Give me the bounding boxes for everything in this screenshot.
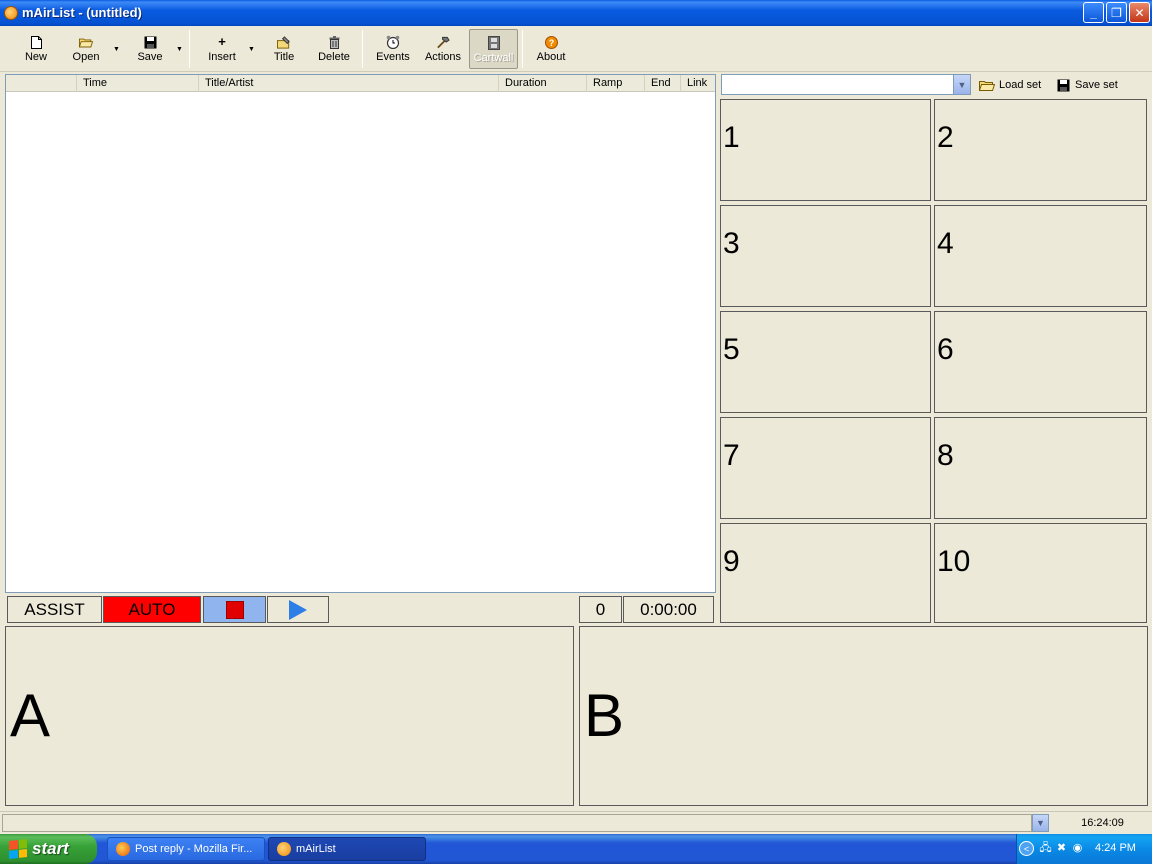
- title-bar: mAirList - (untitled) _ ❐ ✕: [0, 0, 1152, 26]
- app-icon: [4, 6, 18, 20]
- floppy-disk-icon: [1055, 78, 1071, 92]
- chevron-down-icon[interactable]: ▼: [953, 75, 970, 94]
- status-clock: 16:24:09: [1081, 817, 1124, 829]
- save-button[interactable]: Save: [133, 29, 167, 69]
- minimize-button[interactable]: _: [1083, 2, 1104, 23]
- open-button[interactable]: Open: [68, 29, 104, 69]
- playlist-column-ramp[interactable]: Ramp: [586, 75, 644, 92]
- cart-player-6[interactable]: 6: [934, 311, 1147, 413]
- actions-button[interactable]: Actions: [421, 29, 465, 69]
- taskbar-item-firefox[interactable]: Post reply - Mozilla Fir...: [107, 837, 265, 861]
- maximize-button[interactable]: ❐: [1106, 2, 1127, 23]
- player-a-label: A: [10, 682, 51, 749]
- taskbar: start Post reply - Mozilla Fir... mAirLi…: [0, 834, 1152, 864]
- stop-icon: [225, 600, 244, 619]
- window-title: mAirList - (untitled): [22, 5, 142, 20]
- player-b-label: B: [584, 682, 625, 749]
- close-button[interactable]: ✕: [1129, 2, 1150, 23]
- start-button[interactable]: start: [0, 834, 97, 864]
- assist-button[interactable]: ASSIST: [7, 596, 102, 623]
- player-a[interactable]: A: [5, 626, 574, 806]
- toolbar: New Open ▼ Save ▼ + Insert ▼ Title Delet…: [0, 26, 1152, 72]
- cart-player-1[interactable]: 1: [720, 99, 931, 201]
- network-icon[interactable]: 🖧: [1039, 842, 1052, 855]
- alarm-clock-icon: [386, 35, 400, 49]
- network-disconnected-icon[interactable]: ✖: [1055, 842, 1068, 855]
- playlist-header: Time Title/Artist Duration Ramp End Link: [6, 75, 715, 92]
- windows-logo-icon: [9, 839, 27, 859]
- insert-button[interactable]: + Insert: [204, 29, 240, 69]
- stop-button[interactable]: [203, 596, 266, 623]
- status-message-field: [2, 814, 1032, 832]
- events-button[interactable]: Events: [373, 29, 413, 69]
- chevron-left-icon[interactable]: <: [1019, 841, 1034, 856]
- playlist-counter: 0: [579, 596, 622, 623]
- player-b[interactable]: B: [579, 626, 1148, 806]
- play-button[interactable]: [267, 596, 329, 623]
- save-set-button[interactable]: Save set: [1055, 76, 1118, 94]
- plus-icon: +: [218, 34, 226, 49]
- taskbar-clock[interactable]: 4:24 PM: [1095, 842, 1136, 854]
- film-strip-icon: [487, 36, 501, 50]
- system-tray: < 🖧 ✖ ◉ 4:24 PM: [1016, 834, 1152, 864]
- open-folder-icon: [79, 35, 93, 49]
- playlist-column-title-artist[interactable]: Title/Artist: [198, 75, 498, 92]
- open-folder-icon: [979, 78, 995, 92]
- save-dropdown-arrow-icon[interactable]: ▼: [176, 46, 183, 53]
- new-button[interactable]: New: [20, 29, 52, 69]
- floppy-disk-icon: [143, 35, 157, 49]
- status-bar: ▼ 16:24:09: [0, 811, 1152, 833]
- title-edit-icon: [277, 35, 291, 49]
- playlist-timer: 0:00:00: [623, 596, 714, 623]
- open-dropdown-arrow-icon[interactable]: ▼: [113, 46, 120, 53]
- insert-dropdown-arrow-icon[interactable]: ▼: [248, 46, 255, 53]
- about-info-icon: ?: [544, 35, 558, 49]
- toolbar-separator: [189, 30, 190, 68]
- cart-player-8[interactable]: 8: [934, 417, 1147, 519]
- playlist-column-link[interactable]: Link: [680, 75, 715, 92]
- cart-player-9[interactable]: 9: [720, 523, 931, 623]
- firefox-icon: [116, 842, 130, 856]
- cart-player-5[interactable]: 5: [720, 311, 931, 413]
- cartwall-set-select[interactable]: ▼: [721, 74, 971, 95]
- cart-player-7[interactable]: 7: [720, 417, 931, 519]
- play-icon: [289, 599, 307, 620]
- svg-text:?: ?: [548, 38, 554, 48]
- load-set-button[interactable]: Load set: [979, 76, 1041, 94]
- playlist-grid[interactable]: Time Title/Artist Duration Ramp End Link: [5, 74, 716, 593]
- title-button[interactable]: Title: [268, 29, 300, 69]
- cartwall-button[interactable]: Cartwall: [469, 29, 518, 69]
- cart-player-10[interactable]: 10: [934, 523, 1147, 623]
- cart-player-2[interactable]: 2: [934, 99, 1147, 201]
- chevron-down-icon[interactable]: ▼: [1032, 814, 1049, 832]
- trash-can-icon: [327, 35, 341, 49]
- toolbar-separator: [362, 30, 363, 68]
- playlist-column-duration[interactable]: Duration: [498, 75, 586, 92]
- cart-player-3[interactable]: 3: [720, 205, 931, 307]
- hammer-icon: [436, 35, 450, 49]
- about-button[interactable]: ? About: [533, 29, 569, 69]
- delete-button[interactable]: Delete: [316, 29, 352, 69]
- new-file-icon: [29, 35, 43, 49]
- taskbar-item-mairlist[interactable]: mAirList: [268, 837, 426, 861]
- mairlist-icon: [277, 842, 291, 856]
- playlist-column-status[interactable]: [6, 75, 76, 92]
- playlist-column-time[interactable]: Time: [76, 75, 198, 92]
- playlist-column-end[interactable]: End: [644, 75, 680, 92]
- toolbar-separator: [522, 30, 523, 68]
- cart-player-4[interactable]: 4: [934, 205, 1147, 307]
- auto-button[interactable]: AUTO: [103, 596, 201, 623]
- volume-icon[interactable]: ◉: [1071, 842, 1084, 855]
